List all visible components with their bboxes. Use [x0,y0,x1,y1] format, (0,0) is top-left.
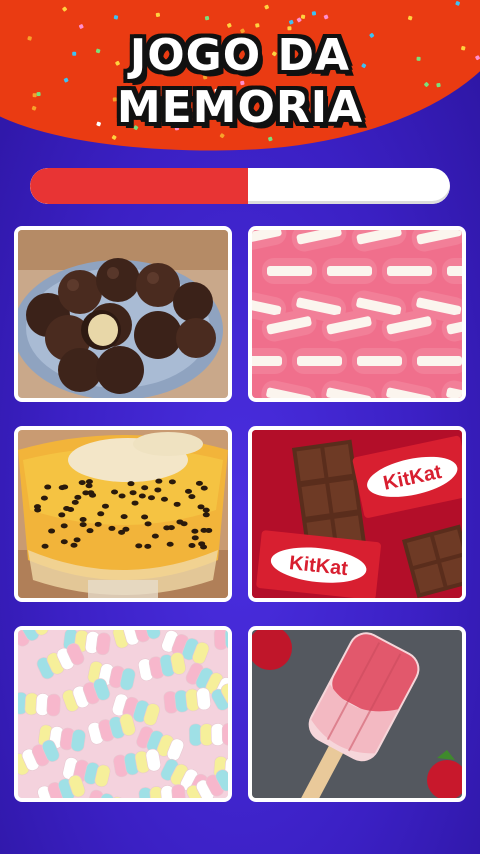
gummy-teeth-image [252,230,462,398]
confetti-piece [204,16,210,21]
progress-bar [30,168,450,204]
title-line-2: MEMORIA [116,82,364,133]
confetti-piece [113,14,118,20]
memory-card-gummy-teeth[interactable] [248,226,466,402]
memory-card-chocolate-truffles[interactable] [14,226,232,402]
memory-card-kitkat[interactable]: KitKat KitKat [248,426,466,602]
strawberry-popsicle-image [252,630,462,798]
confetti-piece [79,23,85,29]
passion-fruit-mousse-image [18,430,228,598]
progress-fill [30,168,249,204]
confetti-piece [455,0,461,6]
confetti-piece [264,4,270,10]
memory-card-strawberry-popsicle[interactable] [248,626,466,802]
confetti-piece [311,11,317,16]
marshmallows-image [18,630,228,798]
game-title: JOGO DA MEMORIA [0,30,480,134]
confetti-piece [155,12,161,18]
memory-card-marshmallows[interactable] [14,626,232,802]
memory-card-passion-fruit-mousse[interactable] [14,426,232,602]
confetti-piece [323,14,329,20]
kitkat-image: KitKat KitKat [252,430,462,598]
title-line-1: JOGO DA [129,30,351,81]
chocolate-truffles-image [18,230,228,398]
confetti-piece [408,15,414,21]
confetti-piece [268,136,274,142]
confetti-piece [62,6,68,12]
game-screen: JOGO DA MEMORIA KitKat KitKat [0,0,480,854]
confetti-piece [111,134,118,141]
confetti-piece [300,14,306,19]
confetti-piece [226,22,232,28]
confetti-piece [254,23,260,29]
confetti-piece [219,133,225,139]
confetti-piece [288,19,294,25]
